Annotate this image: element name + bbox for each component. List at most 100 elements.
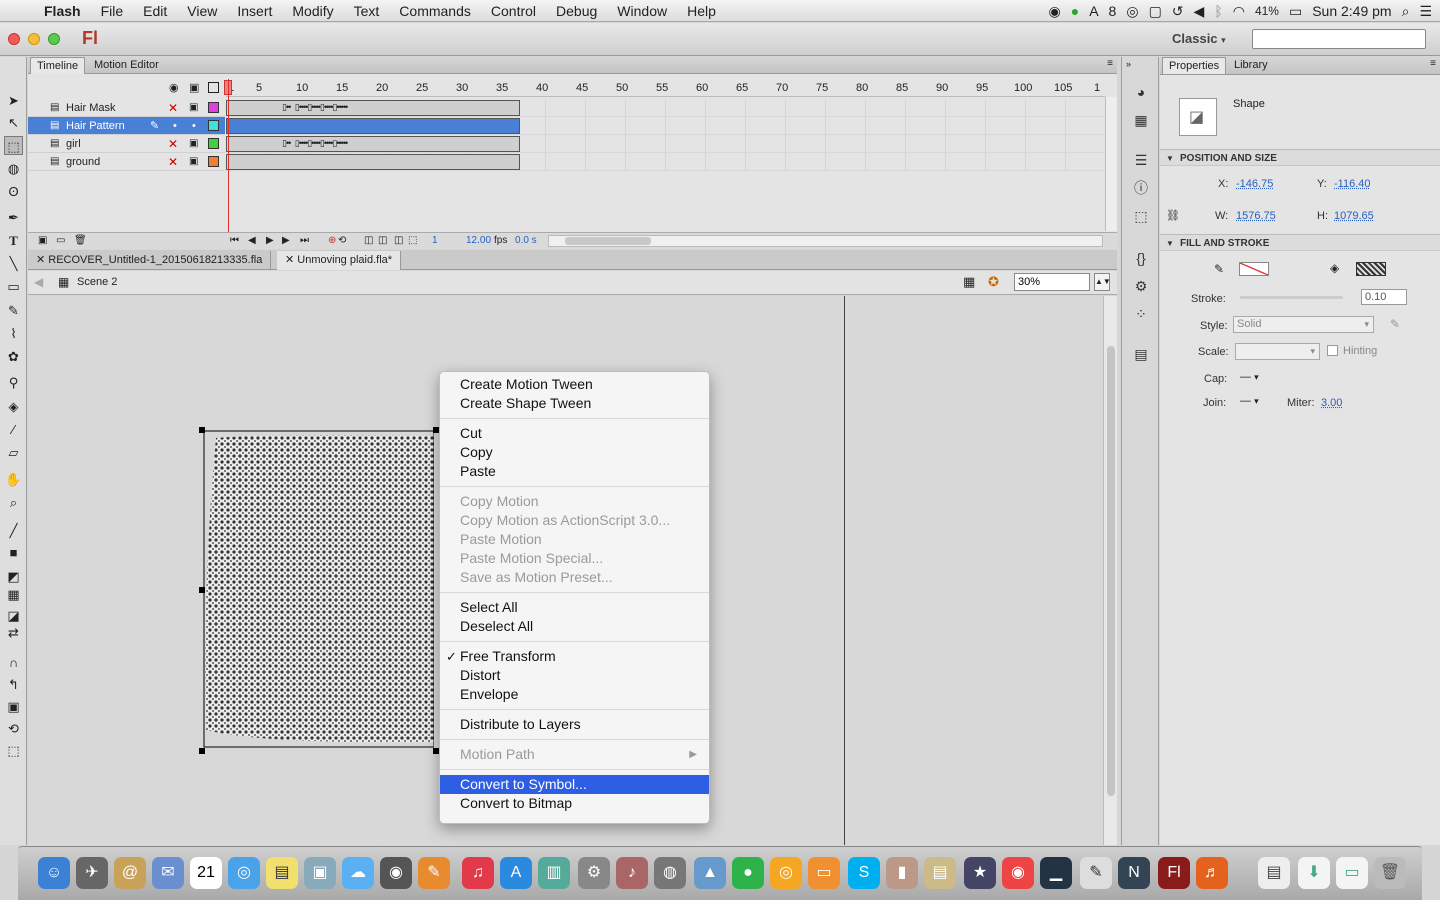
transform-handle[interactable] [199, 748, 205, 754]
line-tool-icon[interactable]: ╲ [4, 254, 23, 273]
system-preferences-icon[interactable]: ⚙ [578, 857, 610, 889]
new-folder-icon[interactable]: ▭ [56, 235, 65, 246]
frame-row[interactable]: ▯•• ▯••••▯••••▯••••▯••••• [226, 99, 1105, 117]
section-fill-stroke[interactable]: ▼ FILL AND STROKE [1160, 234, 1440, 251]
clock[interactable]: Sun 2:49 pm [1312, 3, 1391, 19]
lasso-tool-icon[interactable]: ʘ [4, 182, 23, 201]
mail-icon[interactable]: ✉ [152, 857, 184, 889]
motion-presets-icon[interactable]: ⁘ [1132, 305, 1150, 323]
menu-text[interactable]: Text [354, 3, 380, 19]
onion-skin-icon[interactable]: ◫ [364, 235, 373, 246]
flash-dock-icon[interactable]: Fl [1158, 857, 1190, 889]
join-select[interactable]: — ▾ [1240, 395, 1259, 407]
scale-select[interactable]: ▾ [1235, 343, 1320, 360]
layer-color-swatch[interactable] [208, 120, 219, 131]
hscroll-thumb[interactable] [565, 237, 651, 245]
y-value[interactable]: -116.40 [1334, 178, 1371, 190]
smooth-icon[interactable]: ↰ [4, 675, 23, 694]
h-value[interactable]: 1079.65 [1334, 210, 1374, 222]
subselection-tool-icon[interactable]: ↖ [4, 113, 23, 132]
menu-app-name[interactable]: Flash [44, 3, 81, 19]
stroke-color-icon[interactable]: ╱ [4, 521, 23, 540]
hidden-x-icon[interactable]: ✕ [168, 99, 178, 117]
frame-row[interactable]: ▯•• ▯••••▯••••▯••••▯••••• [226, 135, 1105, 153]
lock-all-icon[interactable]: ▣ [189, 81, 199, 94]
lock-icon[interactable]: ▣ [189, 153, 198, 171]
menu-item-convert-to-bitmap[interactable]: Convert to Bitmap [440, 794, 709, 813]
edit-scene-icon[interactable]: ▦ [963, 274, 975, 290]
menu-item-distort[interactable]: Distort [440, 666, 709, 685]
stroke-color-swatch[interactable] [1239, 262, 1269, 276]
frame-span[interactable] [226, 136, 520, 152]
frame-span[interactable] [226, 154, 520, 170]
info-panel-icon[interactable]: ⓘ [1132, 179, 1150, 197]
garageband-icon[interactable]: ♪ [616, 857, 648, 889]
elapsed-time[interactable]: 0.0 s [515, 235, 537, 246]
text-tool-icon[interactable]: T [4, 231, 23, 250]
frame-grid[interactable]: ▯•• ▯••••▯••••▯••••▯••••• ▯•• ▯••••▯••••… [226, 97, 1105, 231]
frame-row-selected[interactable] [226, 117, 1105, 135]
default-colors-icon[interactable]: ▦ [4, 585, 23, 604]
menu-window[interactable]: Window [617, 3, 667, 19]
textedit-icon[interactable]: ✎ [1080, 857, 1112, 889]
sync-icon[interactable]: ◎ [1126, 3, 1138, 20]
play-icon[interactable]: ▶ [266, 235, 274, 246]
menu-item-free-transform[interactable]: ✓ Free Transform [440, 647, 709, 666]
menu-item-convert-to-symbol[interactable]: Convert to Symbol... [440, 775, 709, 794]
numbers-icon[interactable]: ▥ [538, 857, 570, 889]
menu-view[interactable]: View [187, 3, 217, 19]
step-back-icon[interactable]: ◀ [248, 235, 256, 246]
fill-color-icon[interactable]: ■ [4, 543, 23, 562]
messages-icon[interactable]: ☁ [342, 857, 374, 889]
modify-markers-icon[interactable]: ⬚ [408, 235, 417, 246]
menu-debug[interactable]: Debug [556, 3, 597, 19]
app-store-icon[interactable]: A [500, 857, 532, 889]
menu-item-cut[interactable]: Cut [440, 424, 709, 443]
hidden-x-icon[interactable]: ✕ [168, 135, 178, 153]
edit-multiple-icon[interactable]: ◫ [394, 235, 403, 246]
pages-icon[interactable]: ✎ [418, 857, 450, 889]
paint-bucket-tool-icon[interactable]: ◈ [4, 397, 23, 416]
stroke-width-input[interactable] [1361, 289, 1407, 305]
new-layer-icon[interactable]: ▣ [38, 235, 47, 246]
snap-magnet-icon[interactable]: ∩ [4, 653, 23, 672]
layer-name[interactable]: ground [66, 153, 100, 171]
scene-label[interactable]: Scene 2 [77, 276, 117, 288]
menu-modify[interactable]: Modify [292, 3, 333, 19]
menu-help[interactable]: Help [687, 3, 716, 19]
hair-pattern-shape[interactable] [202, 430, 434, 748]
creative-cloud-icon[interactable]: ◉ [1049, 3, 1061, 20]
pencil-tool-icon[interactable]: ✎ [4, 301, 23, 320]
photo-booth-icon[interactable]: ◍ [654, 857, 686, 889]
timeline-ruler[interactable]: 1 5 10 15 20 25 30 35 40 45 50 55 60 65 … [226, 79, 1105, 97]
swap-fill-stroke-icon[interactable]: ⇄ [4, 623, 23, 642]
minimize-window-button[interactable] [28, 33, 40, 45]
bluetooth-icon[interactable]: ᛒ [1214, 3, 1222, 19]
layer-row-girl[interactable]: ▤ girl ✕ ▣ [28, 135, 225, 153]
layer-row-hair-mask[interactable]: ▤ Hair Mask ✕ ▣ [28, 99, 225, 117]
miter-value[interactable]: 3.00 [1321, 397, 1342, 409]
bubble-icon[interactable]: ▢ [1149, 3, 1162, 20]
keyframe-dots[interactable]: ▯•• ▯••••▯••••▯••••▯••••• [282, 138, 348, 149]
3d-rotation-tool-icon[interactable]: ◍ [4, 159, 23, 178]
color-panel-icon[interactable]: ◕ [1132, 83, 1150, 101]
bone-tool-icon[interactable]: ⚲ [4, 373, 23, 392]
itunes-icon[interactable]: ♫ [462, 857, 494, 889]
layer-row-ground[interactable]: ▤ ground ✕ ▣ [28, 153, 225, 171]
swap-colors-icon[interactable]: ◩ [4, 567, 23, 586]
spotlight-icon[interactable]: ⌕ [1402, 3, 1410, 20]
workspace-switcher[interactable]: Classic ▾ [1172, 31, 1226, 46]
panel-menu-icon[interactable]: ≡ [1107, 58, 1113, 69]
w-value[interactable]: 1576.75 [1236, 210, 1276, 222]
doc-tab-recover[interactable]: ✕ RECOVER_Untitled-1_20150618213335.fla [28, 251, 272, 270]
audacity-icon[interactable]: ♬ [1196, 857, 1228, 889]
menu-file[interactable]: File [101, 3, 124, 19]
straighten-icon[interactable]: ▣ [4, 697, 23, 716]
frame-span[interactable] [226, 100, 520, 116]
swatches-panel-icon[interactable]: ▦ [1132, 111, 1150, 129]
timeline-hscroll[interactable] [548, 235, 1103, 247]
eyedropper-tool-icon[interactable]: ⁄ [4, 420, 23, 439]
current-frame[interactable]: 1 [432, 235, 438, 246]
menu-item-distribute-to-layers[interactable]: Distribute to Layers [440, 715, 709, 734]
doc-tab-unmoving-plaid[interactable]: ✕ Unmoving plaid.fla* [277, 251, 402, 270]
